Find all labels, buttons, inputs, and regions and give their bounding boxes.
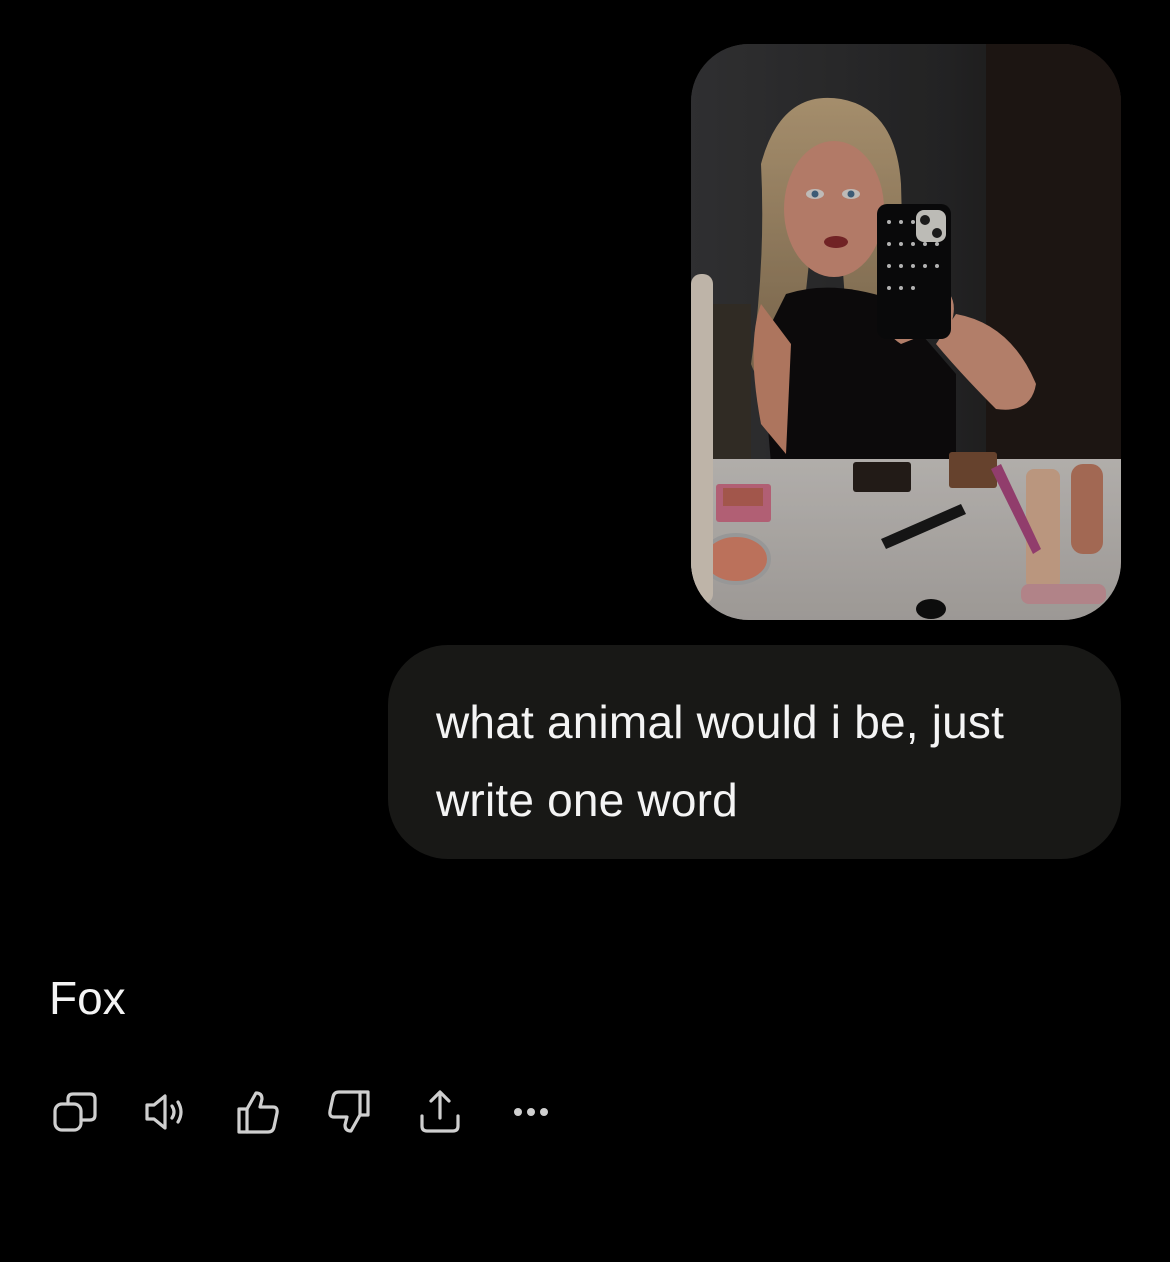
- thumbs-down-icon: [328, 1090, 370, 1133]
- thumbs-down-button[interactable]: [321, 1084, 377, 1140]
- more-options-button[interactable]: [503, 1084, 559, 1140]
- user-message-text: what animal would i be, just write one w…: [436, 696, 1005, 826]
- copy-button[interactable]: [48, 1084, 104, 1140]
- chat-thread: what animal would i be, just write one w…: [0, 0, 1170, 1262]
- speaker-icon: [145, 1094, 183, 1130]
- copy-icon: [53, 1092, 97, 1132]
- selfie-image: [691, 44, 1121, 620]
- thumbs-up-button[interactable]: [230, 1084, 286, 1140]
- share-button[interactable]: [412, 1084, 468, 1140]
- share-icon: [420, 1090, 460, 1133]
- more-icon: [514, 1108, 548, 1116]
- attached-photo[interactable]: [691, 44, 1121, 620]
- read-aloud-button[interactable]: [139, 1084, 195, 1140]
- thumbs-up-icon: [237, 1091, 279, 1134]
- message-actions-bar: [48, 1084, 594, 1140]
- assistant-message: Fox: [49, 968, 126, 1028]
- assistant-message-text: Fox: [49, 972, 126, 1024]
- user-message-bubble: what animal would i be, just write one w…: [388, 645, 1121, 859]
